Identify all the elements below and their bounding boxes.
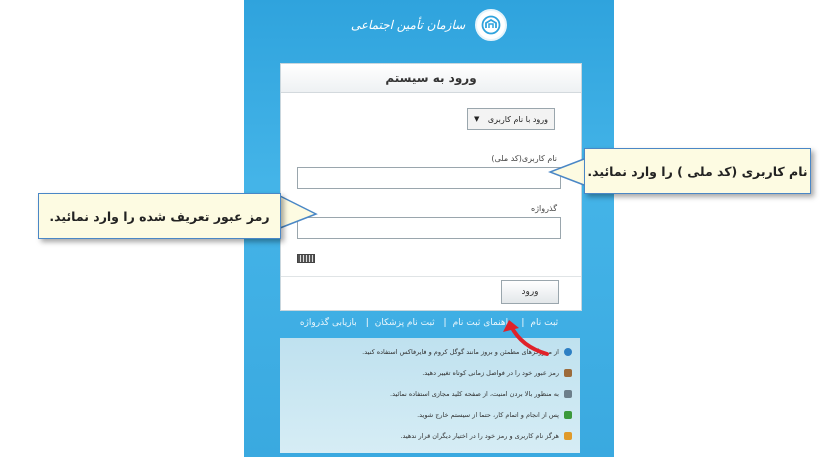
link-separator: | <box>443 318 447 328</box>
link-password-recovery[interactable]: بازیابی گذرواژه <box>300 318 357 328</box>
callout-pointer-password <box>279 195 318 229</box>
tip-text: به منظور بالا بردن امنیت، از صفحه کلید م… <box>390 390 559 398</box>
callout-username: نام کاربری (کد ملی ) را وارد نمائید. <box>584 148 811 194</box>
tip-item: به منظور بالا بردن امنیت، از صفحه کلید م… <box>390 390 572 398</box>
login-method-select[interactable]: ورود با نام کاربری ▼ <box>467 108 555 130</box>
card-title: ورود به سیستم <box>281 64 581 93</box>
password-input[interactable] <box>297 217 561 239</box>
caret-down-icon: ▼ <box>474 115 480 123</box>
card-divider <box>281 276 581 277</box>
exit-icon <box>564 411 572 419</box>
tip-item: هرگز نام کاربری و رمز خود را در اختیار د… <box>400 432 572 440</box>
key-icon <box>564 369 572 377</box>
login-card: ورود به سیستم ورود با نام کاربری ▼ نام ک… <box>280 63 582 311</box>
link-separator: | <box>365 318 369 328</box>
password-label: گذرواژه <box>530 204 557 213</box>
footer-links: ثبت نام| راهنمای ثبت نام| ثبت نام پزشکان… <box>244 318 614 328</box>
tip-item: رمز عبور خود را در فواصل زمانی کوتاه تغی… <box>422 369 572 377</box>
tip-item: پس از انجام و اتمام کار، حتما از سیستم خ… <box>417 411 572 419</box>
virtual-keyboard-icon[interactable] <box>297 254 315 263</box>
login-button[interactable]: ورود <box>501 280 559 304</box>
tip-text: هرگز نام کاربری و رمز خود را در اختیار د… <box>400 432 559 440</box>
callout-password: رمز عبور تعریف شده را وارد نمائید. <box>38 193 281 239</box>
brand-header: سازمان تأمین اجتماعی <box>244 6 614 44</box>
tamin-logo-icon <box>475 9 508 41</box>
link-doctor-register[interactable]: ثبت نام پزشکان <box>375 318 435 328</box>
keyboard-icon <box>564 390 572 398</box>
callout-pointer-username <box>548 158 585 186</box>
brand-name: سازمان تأمین اجتماعی <box>350 18 466 32</box>
annotation-arrow <box>503 320 549 356</box>
username-input[interactable] <box>297 167 561 189</box>
login-method-value: ورود با نام کاربری <box>487 114 548 124</box>
tip-text: پس از انجام و اتمام کار، حتما از سیستم خ… <box>417 411 559 419</box>
browser-icon <box>564 348 572 356</box>
users-icon <box>564 432 572 440</box>
tip-text: رمز عبور خود را در فواصل زمانی کوتاه تغی… <box>422 369 559 377</box>
